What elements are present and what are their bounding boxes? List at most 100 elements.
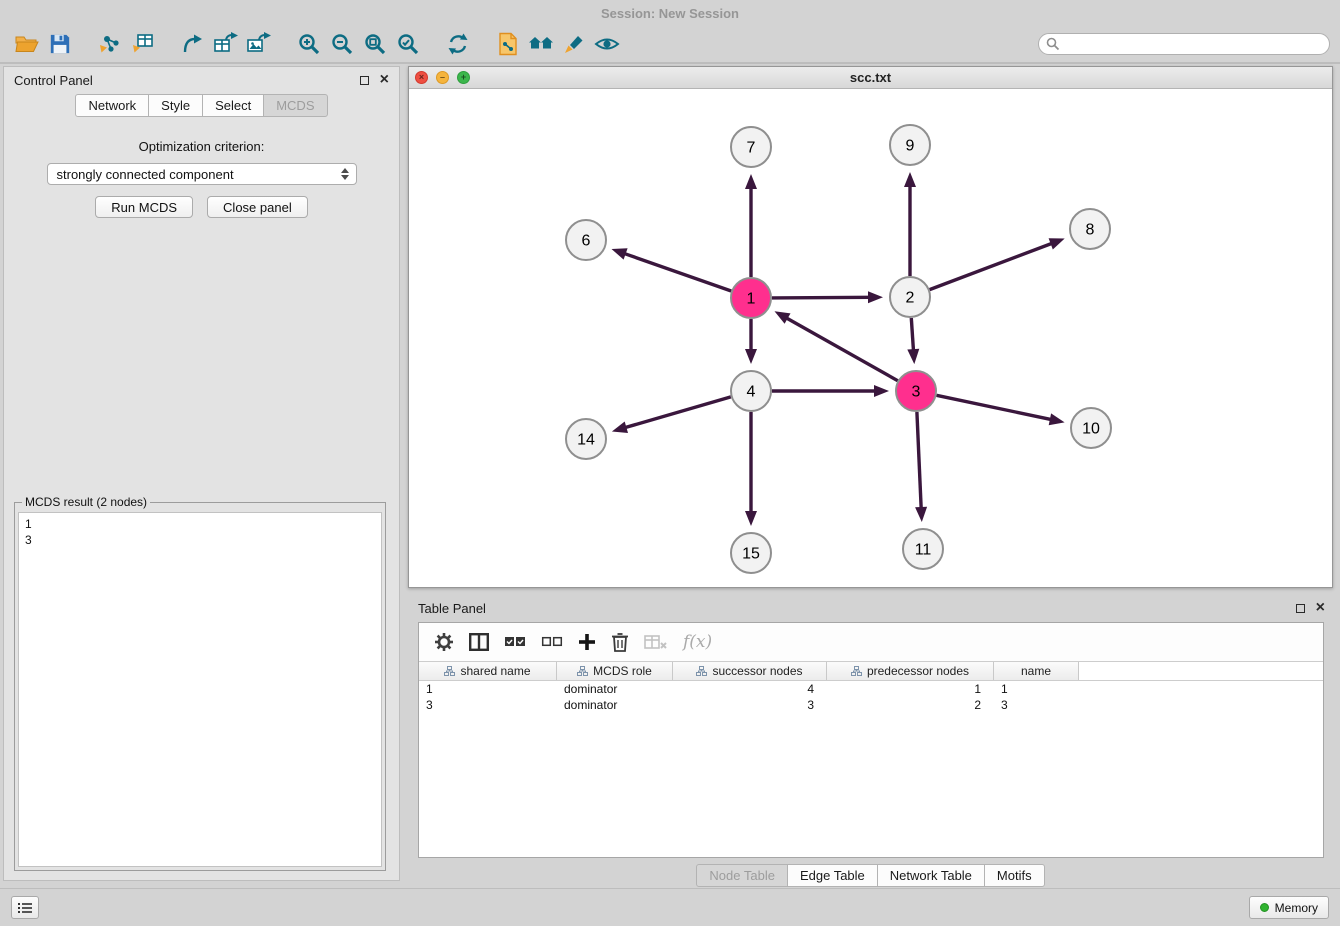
trash-icon	[611, 632, 629, 652]
memory-button[interactable]: Memory	[1249, 896, 1329, 919]
export-table-button[interactable]	[209, 28, 242, 60]
window-titlebar[interactable]: Session: New Session	[0, 0, 1340, 26]
graph-node-1[interactable]: 1	[731, 278, 771, 318]
zoom-fit-icon	[363, 32, 387, 56]
table-panel-header: Table Panel ×	[408, 596, 1333, 620]
tab-select[interactable]: Select	[202, 94, 264, 117]
table-row[interactable]: 1 dominator 4 1 1	[419, 681, 1323, 697]
delete-column-button[interactable]	[611, 632, 629, 652]
zoom-in-button[interactable]	[292, 28, 325, 60]
edge-arrowhead-2-3	[907, 349, 919, 364]
graph-node-14[interactable]: 14	[566, 419, 606, 459]
graph-node-9[interactable]: 9	[890, 125, 930, 165]
svg-text:1: 1	[747, 291, 756, 308]
edge-3-11[interactable]	[917, 412, 921, 509]
close-table-panel-icon[interactable]: ×	[1316, 600, 1325, 616]
float-panel-icon[interactable]	[360, 76, 369, 85]
minimize-window-icon[interactable]: –	[436, 71, 449, 84]
table-row[interactable]: 3 dominator 3 2 3	[419, 697, 1323, 713]
zoom-out-button[interactable]	[325, 28, 358, 60]
edge-4-14[interactable]	[624, 397, 730, 428]
function-builder-button[interactable]: f(x)	[683, 632, 712, 652]
criterion-select[interactable]: strongly connected component	[47, 163, 357, 185]
select-all-button[interactable]	[504, 635, 526, 649]
svg-text:7: 7	[747, 140, 756, 157]
edge-2-8[interactable]	[930, 243, 1053, 290]
tab-mcds[interactable]: MCDS	[263, 94, 327, 117]
control-panel-title: Control Panel	[14, 73, 93, 88]
column-header-mcds-role[interactable]: MCDS role	[557, 662, 673, 680]
column-header-name[interactable]: name	[994, 662, 1079, 680]
column-header-successor-nodes[interactable]: successor nodes	[673, 662, 827, 680]
edge-arrowhead-3-1	[775, 311, 791, 324]
edge-3-10[interactable]	[937, 395, 1052, 419]
network-window-titlebar[interactable]: scc.txt × – +	[409, 67, 1332, 89]
graph-node-10[interactable]: 10	[1071, 408, 1111, 448]
edge-1-2[interactable]	[772, 297, 870, 298]
tab-edge-table[interactable]: Edge Table	[787, 864, 878, 887]
copy-current-view-button[interactable]	[491, 28, 524, 60]
table-panel-title: Table Panel	[418, 601, 486, 616]
cell-mcds-role: dominator	[557, 697, 673, 713]
delete-table-button[interactable]	[644, 634, 668, 650]
float-table-panel-icon[interactable]	[1296, 604, 1305, 613]
home-button[interactable]	[524, 28, 557, 60]
graph-node-15[interactable]: 15	[731, 533, 771, 573]
search-field-wrap	[1038, 33, 1330, 55]
edge-arrowhead-1-2	[868, 291, 883, 303]
column-header-shared-name[interactable]: shared name	[419, 662, 557, 680]
edge-1-6[interactable]	[624, 253, 732, 291]
edge-2-3[interactable]	[911, 318, 913, 351]
refresh-view-button[interactable]	[441, 28, 474, 60]
edge-arrowhead-3-11	[915, 507, 927, 522]
tab-node-table[interactable]: Node Table	[696, 864, 788, 887]
add-column-button[interactable]	[578, 633, 596, 651]
edge-3-1[interactable]	[786, 318, 898, 381]
show-columns-button[interactable]	[469, 633, 489, 651]
apply-style-icon	[562, 32, 586, 56]
close-panel-icon[interactable]: ×	[380, 72, 389, 88]
status-bar: Memory	[0, 888, 1340, 926]
apply-style-button[interactable]	[557, 28, 590, 60]
tab-style[interactable]: Style	[148, 94, 203, 117]
mcds-result-list[interactable]: 1 3	[18, 512, 382, 867]
graph-node-3[interactable]: 3	[896, 371, 936, 411]
graph-node-7[interactable]: 7	[731, 127, 771, 167]
close-window-icon[interactable]: ×	[415, 71, 428, 84]
edge-arrowhead-2-9	[904, 172, 916, 187]
svg-text:6: 6	[582, 233, 591, 250]
export-network-button[interactable]	[176, 28, 209, 60]
memory-label: Memory	[1275, 901, 1318, 915]
import-table-button[interactable]	[126, 28, 159, 60]
close-panel-button[interactable]: Close panel	[207, 196, 308, 218]
mcds-result-line: 3	[25, 532, 375, 548]
tab-network-table[interactable]: Network Table	[877, 864, 985, 887]
save-session-button[interactable]	[43, 28, 76, 60]
graph-node-4[interactable]: 4	[731, 371, 771, 411]
graph-node-2[interactable]: 2	[890, 277, 930, 317]
tab-network[interactable]: Network	[75, 94, 149, 117]
open-session-button[interactable]	[10, 28, 43, 60]
table-panel-body: f(x) shared name MCDS role successor nod…	[418, 622, 1324, 858]
zoom-selected-button[interactable]	[391, 28, 424, 60]
network-canvas[interactable]: 7 9 6 8 1 2 4 3 14 10 15 11	[409, 89, 1330, 585]
graph-node-6[interactable]: 6	[566, 220, 606, 260]
export-image-button[interactable]	[242, 28, 275, 60]
export-table-icon	[213, 32, 239, 56]
search-input[interactable]	[1038, 33, 1330, 55]
column-header-predecessor-nodes[interactable]: predecessor nodes	[827, 662, 994, 680]
run-mcds-button[interactable]: Run MCDS	[95, 196, 193, 218]
zoom-fit-button[interactable]	[358, 28, 391, 60]
table-settings-button[interactable]	[434, 632, 454, 652]
deselect-all-button[interactable]	[541, 635, 563, 649]
show-task-history-button[interactable]	[11, 896, 39, 919]
maximize-window-icon[interactable]: +	[457, 71, 470, 84]
edge-arrowhead-1-4	[745, 349, 757, 364]
network-view[interactable]: 7 9 6 8 1 2 4 3 14 10 15 11	[409, 89, 1332, 587]
import-network-button[interactable]	[93, 28, 126, 60]
mcds-result-box: MCDS result (2 nodes) 1 3	[14, 495, 386, 871]
graph-node-11[interactable]: 11	[903, 529, 943, 569]
tab-motifs[interactable]: Motifs	[984, 864, 1045, 887]
graph-node-8[interactable]: 8	[1070, 209, 1110, 249]
show-graphics-details-button[interactable]	[590, 28, 623, 60]
